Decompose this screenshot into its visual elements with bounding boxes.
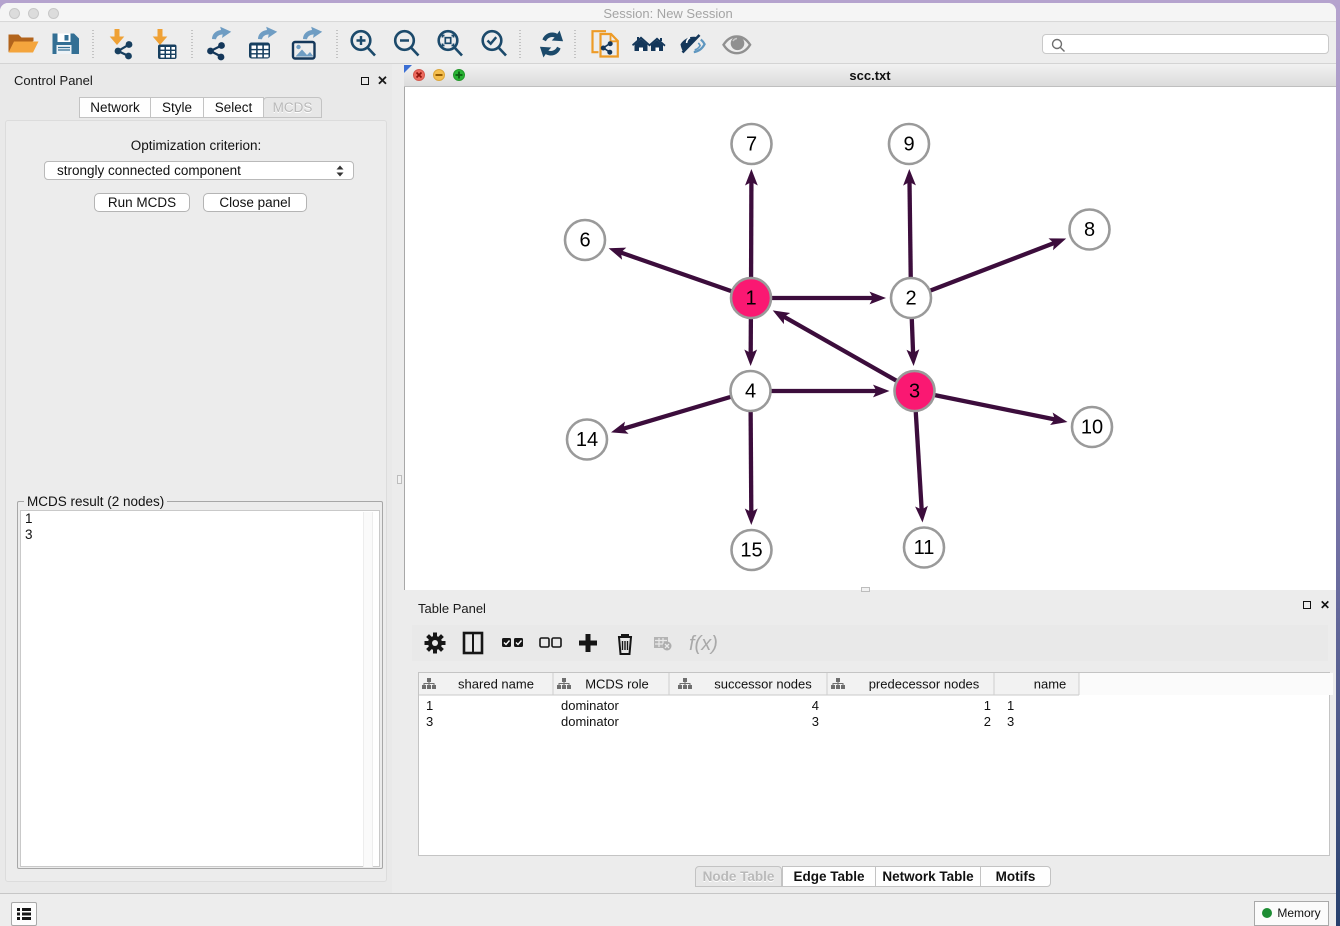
svg-text:dominator: dominator [561, 714, 619, 729]
svg-text:predecessor nodes: predecessor nodes [869, 677, 980, 692]
svg-text:1: 1 [426, 698, 433, 713]
svg-text:6: 6 [579, 230, 590, 252]
svg-text:11: 11 [914, 537, 935, 559]
svg-text:3: 3 [426, 714, 433, 729]
svg-text:2: 2 [984, 714, 991, 729]
svg-text:9: 9 [903, 134, 914, 156]
svg-text:4: 4 [812, 698, 819, 713]
svg-text:f(x): f(x) [689, 633, 718, 655]
svg-text:2: 2 [905, 288, 916, 310]
svg-text:15: 15 [740, 540, 762, 562]
svg-text:14: 14 [576, 429, 598, 451]
svg-text:4: 4 [745, 381, 756, 403]
svg-text:3: 3 [812, 714, 819, 729]
svg-text:MCDS role: MCDS role [585, 677, 649, 692]
svg-text:7: 7 [746, 134, 757, 156]
svg-text:name: name [1034, 677, 1067, 692]
svg-text:1: 1 [1007, 698, 1014, 713]
svg-text:shared name: shared name [458, 677, 534, 692]
svg-text:successor nodes: successor nodes [714, 677, 812, 692]
svg-text:1: 1 [984, 698, 991, 713]
svg-text:3: 3 [1007, 714, 1014, 729]
svg-text:10: 10 [1081, 417, 1103, 439]
svg-text:dominator: dominator [561, 698, 619, 713]
svg-text:1: 1 [745, 288, 756, 310]
svg-text:8: 8 [1084, 219, 1095, 241]
svg-text:3: 3 [909, 381, 920, 403]
